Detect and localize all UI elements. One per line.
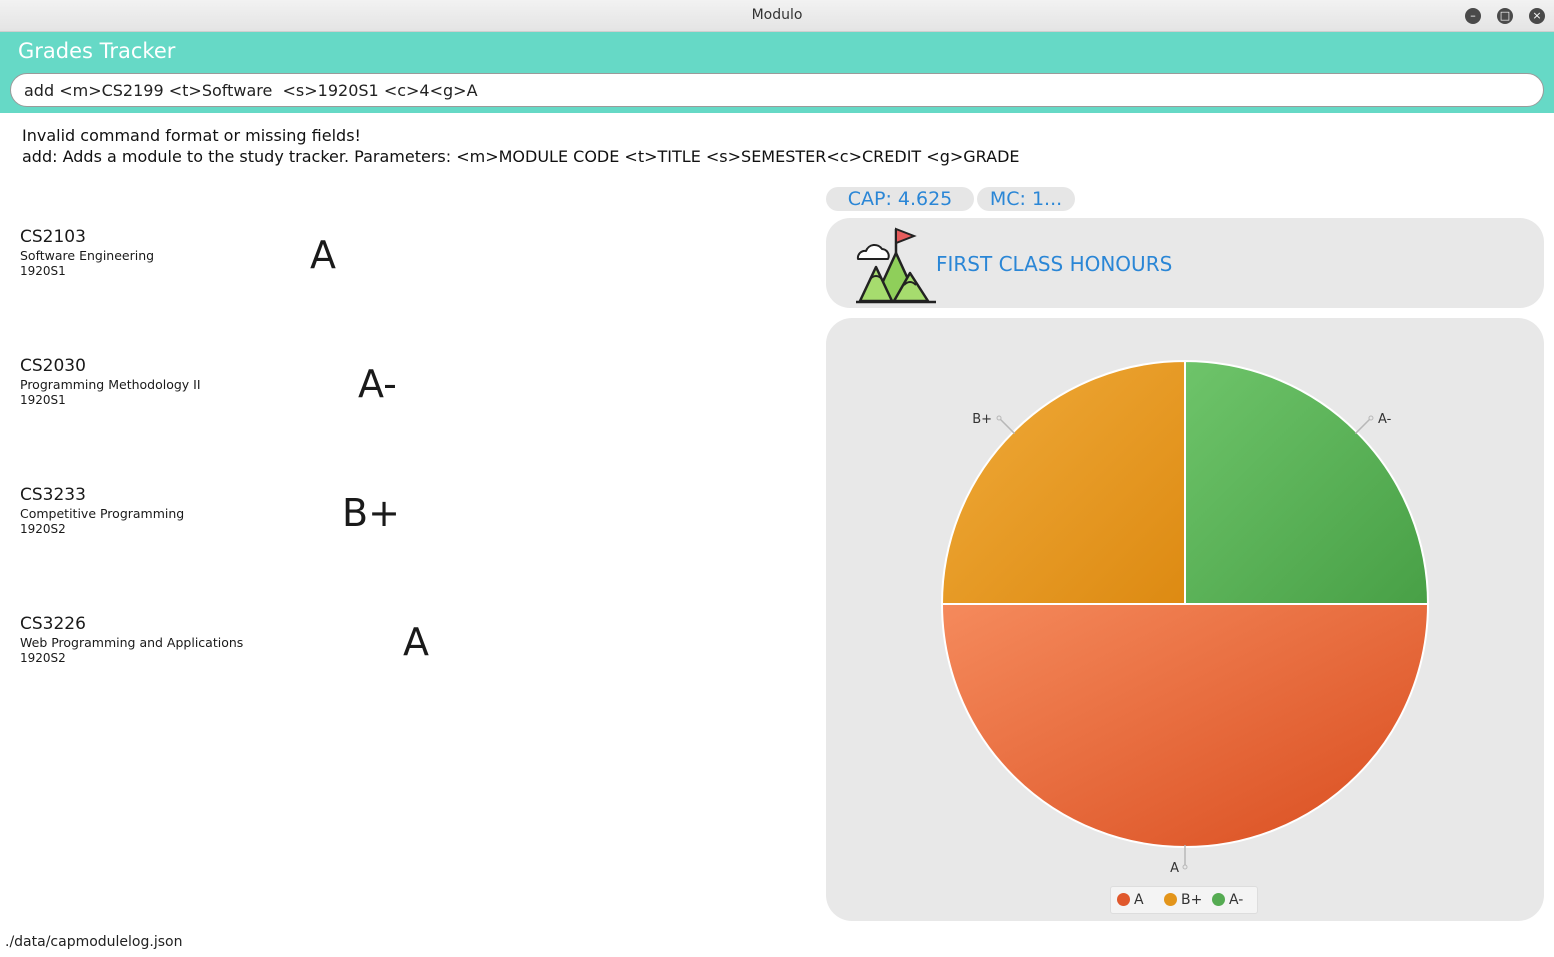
honours-panel: FIRST CLASS HONOURS	[826, 218, 1544, 308]
legend-swatch	[1117, 893, 1130, 906]
module-title: Programming Methodology II	[20, 377, 201, 392]
legend-swatch	[1164, 893, 1177, 906]
pie-callout-dot	[996, 415, 1002, 421]
app-header: Grades Tracker	[0, 32, 1554, 113]
legend-item: A-	[1212, 892, 1243, 908]
legend-item: B+	[1164, 892, 1202, 908]
app-title: Grades Tracker	[18, 39, 176, 63]
pie-callout-line	[1354, 417, 1372, 435]
honours-label: FIRST CLASS HONOURS	[936, 252, 1173, 276]
module-title: Competitive Programming	[20, 506, 185, 521]
pie-slice-a	[940, 603, 1430, 848]
module-card[interactable]: CS2030 Programming Methodology II 1920S1…	[20, 324, 720, 434]
command-input[interactable]	[10, 73, 1544, 107]
pie-callout-dot	[1368, 415, 1374, 421]
module-code: CS2030	[20, 356, 86, 376]
legend-swatch	[1212, 893, 1225, 906]
module-grade: B+	[342, 491, 400, 535]
pie-slice-label: B+	[972, 412, 992, 427]
module-grade: A	[403, 620, 429, 664]
module-grade: A	[310, 233, 336, 277]
close-icon[interactable]: ×	[1529, 8, 1545, 24]
result-display: Invalid command format or missing fields…	[22, 125, 1020, 167]
result-line-1: Invalid command format or missing fields…	[22, 126, 361, 145]
window-titlebar: Modulo – □ ×	[0, 0, 1554, 32]
grade-pie-chart: A B+ A-	[940, 359, 1430, 876]
module-semester: 1920S2	[20, 522, 66, 536]
legend-label: A	[1134, 892, 1144, 908]
legend-item: A	[1117, 892, 1144, 908]
module-card[interactable]: CS3233 Competitive Programming 1920S2 B+	[20, 453, 720, 563]
pie-callout-dot	[1182, 864, 1188, 870]
module-code: CS2103	[20, 227, 86, 247]
window-title: Modulo	[751, 7, 803, 23]
module-card[interactable]: CS2103 Software Engineering 1920S1 A	[20, 195, 720, 305]
pie-callout-line	[998, 417, 1016, 435]
maximize-icon[interactable]: □	[1497, 8, 1513, 24]
module-card[interactable]: CS3226 Web Programming and Applications …	[20, 582, 720, 692]
module-semester: 1920S2	[20, 651, 66, 665]
minimize-icon[interactable]: –	[1465, 8, 1481, 24]
mc-badge: MC: 1...	[977, 187, 1075, 211]
pie-slice-label: A	[1170, 861, 1179, 876]
pie-slice-bplus	[940, 359, 1186, 605]
grade-chart-panel: A B+ A- A B+ A-	[826, 318, 1544, 921]
cap-badge: CAP: 4.625	[826, 187, 974, 211]
module-grade: A-	[358, 362, 397, 406]
chart-legend: A B+ A-	[1110, 886, 1258, 914]
pie-slice-label: A-	[1378, 412, 1392, 427]
pie-slice-aminus	[1184, 359, 1430, 605]
mountain-flag-icon	[856, 227, 936, 304]
module-semester: 1920S1	[20, 264, 66, 278]
result-line-2: add: Adds a module to the study tracker.…	[22, 147, 1020, 166]
status-file-path: ./data/capmodulelog.json	[5, 934, 183, 950]
module-title: Web Programming and Applications	[20, 635, 244, 650]
module-code: CS3233	[20, 485, 86, 505]
module-title: Software Engineering	[20, 248, 155, 263]
module-semester: 1920S1	[20, 393, 66, 407]
legend-label: B+	[1181, 892, 1203, 908]
module-code: CS3226	[20, 614, 86, 634]
legend-label: A-	[1229, 892, 1244, 908]
